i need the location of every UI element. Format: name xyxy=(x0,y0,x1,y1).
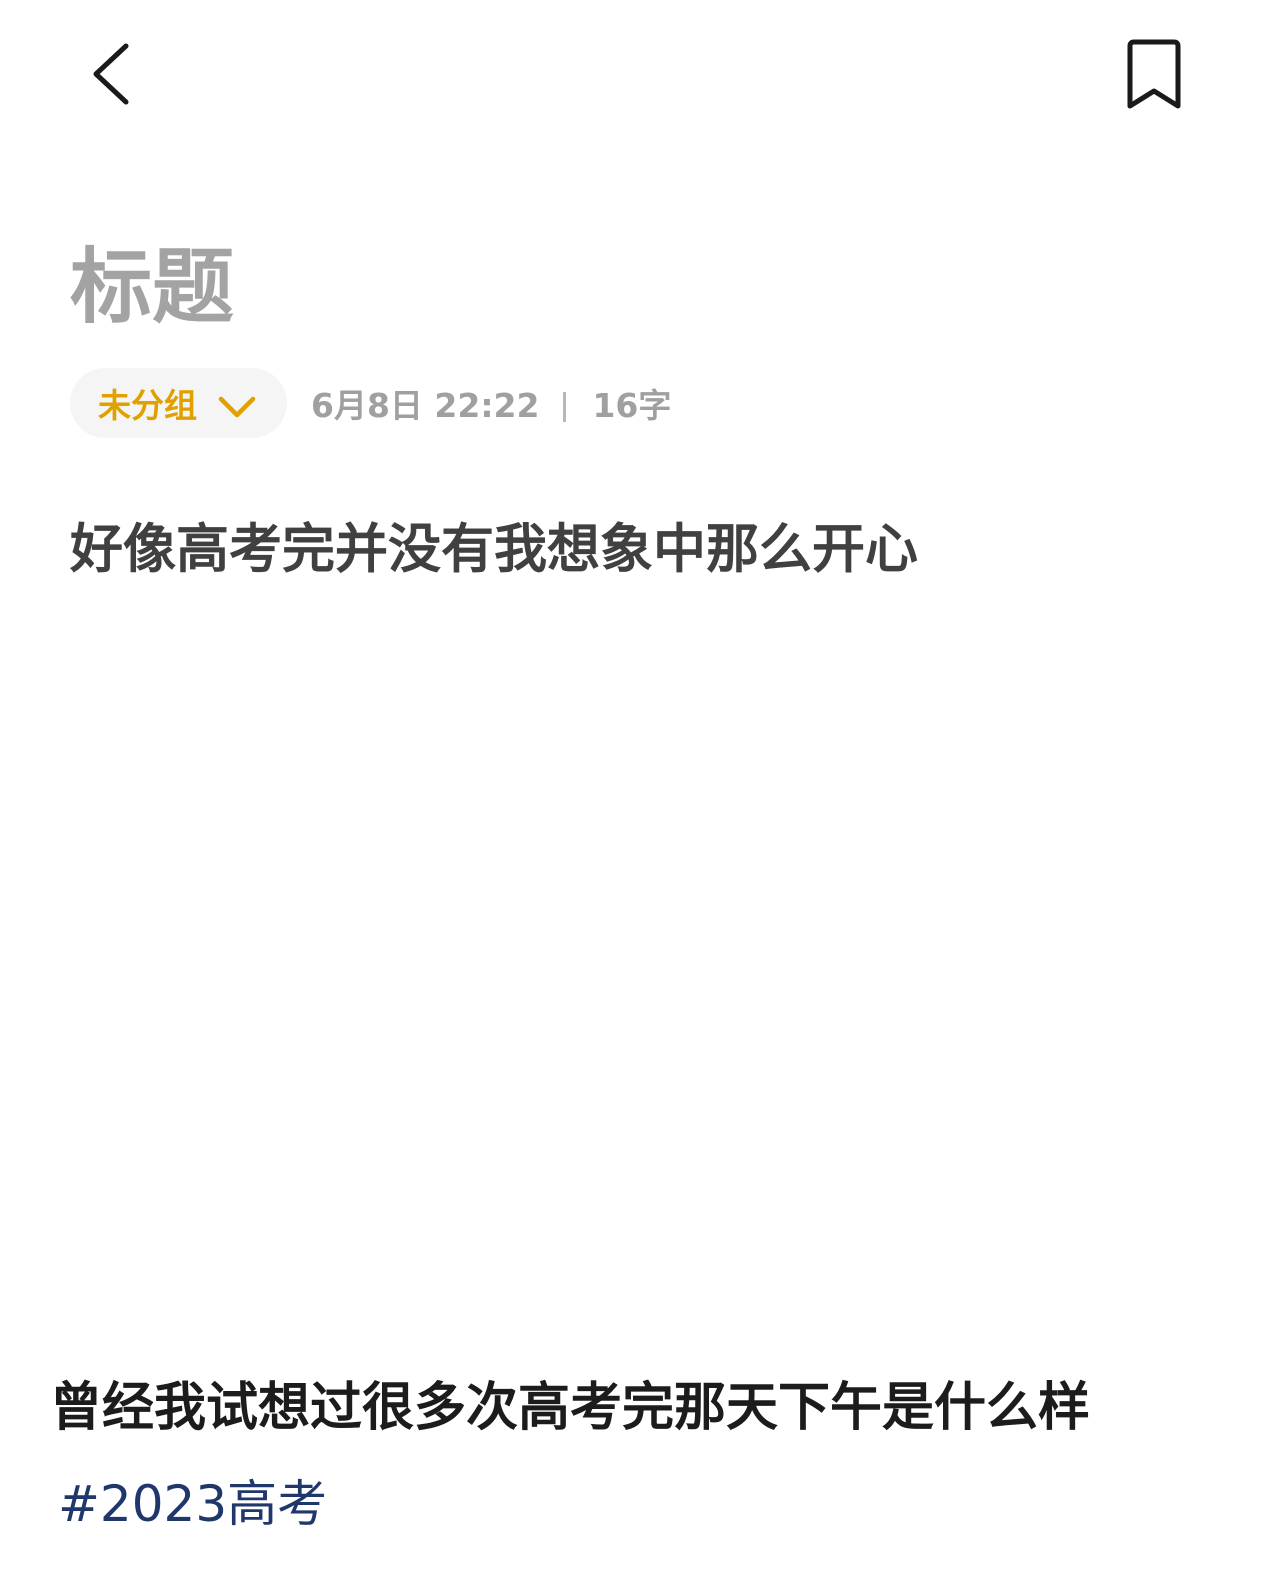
word-count: 16字 xyxy=(592,386,672,425)
note-date: 6月8日 22:22 xyxy=(311,386,540,425)
group-selector[interactable]: 未分组 xyxy=(70,368,287,438)
note-title[interactable]: 标题 xyxy=(70,238,234,338)
chevron-left-icon xyxy=(93,43,129,105)
group-label: 未分组 xyxy=(98,386,197,425)
post-caption: 曾经我试想过很多次高考完那天下午是什么样 xyxy=(50,1378,1091,1438)
meta-divider xyxy=(563,392,567,422)
bookmark-button[interactable] xyxy=(1118,36,1190,116)
note-body[interactable]: 好像高考完并没有我想象中那么开心 xyxy=(70,515,918,585)
chevron-down-icon xyxy=(218,396,256,418)
note-meta: 未分组 6月8日 22:22 16字 xyxy=(70,368,671,438)
back-button[interactable] xyxy=(80,36,144,112)
bookmark-icon xyxy=(1127,39,1181,109)
hashtag-link[interactable]: #2023高考 xyxy=(58,1470,327,1538)
